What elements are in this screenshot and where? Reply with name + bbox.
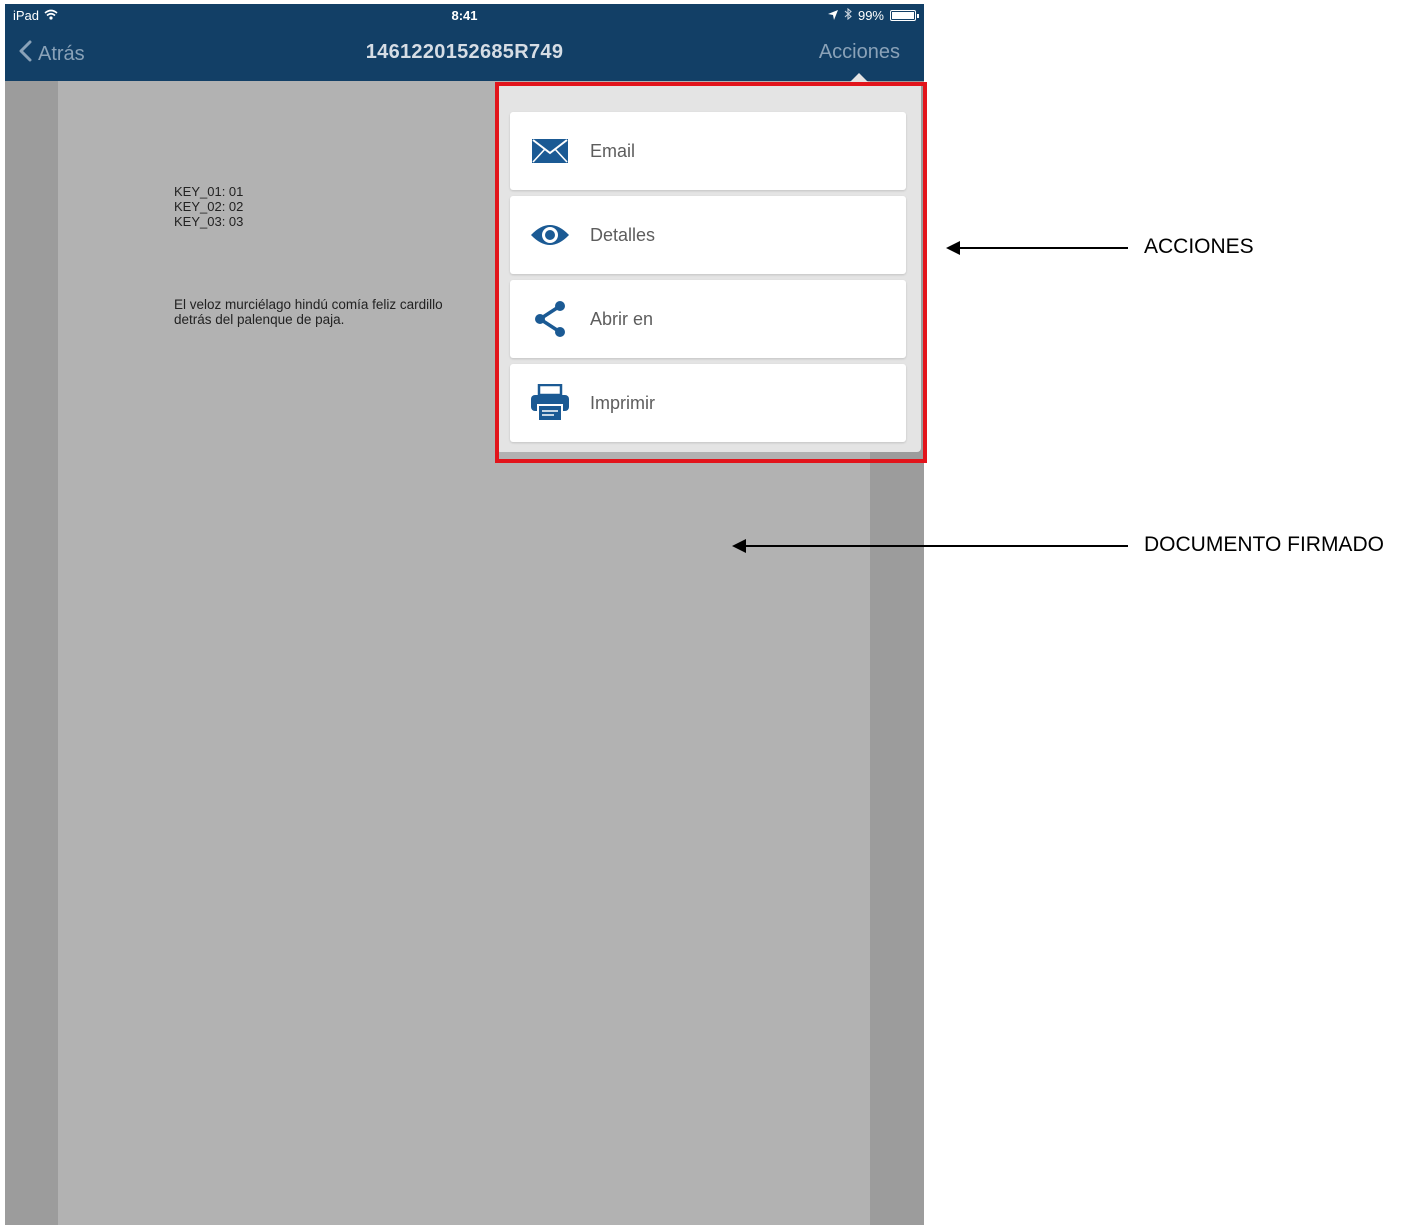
document-body-text: El veloz murciélago hindú comía feliz ca… — [174, 297, 504, 327]
document-arrow-line — [744, 545, 1128, 547]
document-body-line: detrás del palenque de paja. — [174, 312, 345, 327]
document-key-line: KEY_03: 03 — [174, 214, 244, 229]
bluetooth-icon — [844, 7, 852, 23]
actions-arrow-head — [946, 241, 960, 255]
signed-document-annotation: DOCUMENTO FIRMADO — [1144, 533, 1384, 556]
actions-annotation: ACCIONES — [1144, 235, 1254, 258]
status-time: 8:41 — [451, 8, 478, 23]
actions-button[interactable]: Acciones — [819, 41, 900, 64]
actions-highlight-box — [495, 82, 927, 463]
battery-percent: 99% — [857, 8, 884, 23]
status-right: 99% — [827, 7, 919, 23]
location-arrow-icon — [827, 8, 838, 23]
document-id-title: 1461220152685R749 — [365, 41, 564, 63]
popover-caret — [850, 73, 868, 82]
battery-icon — [890, 10, 919, 21]
figure: KEY_01: 01 KEY_02: 02 KEY_03: 03 El velo… — [0, 0, 1406, 1225]
navigation-bar: iPad 8:41 99% Atrás 1461220152685R749 Ac… — [5, 4, 924, 81]
document-keys: KEY_01: 01 KEY_02: 02 KEY_03: 03 — [174, 184, 243, 229]
document-body-line: El veloz murciélago hindú comía feliz ca… — [174, 297, 443, 312]
document-key-line: KEY_01: 01 — [174, 184, 244, 199]
actions-arrow-line — [958, 247, 1128, 249]
document-arrow-head — [732, 539, 746, 553]
document-key-line: KEY_02: 02 — [174, 199, 244, 214]
